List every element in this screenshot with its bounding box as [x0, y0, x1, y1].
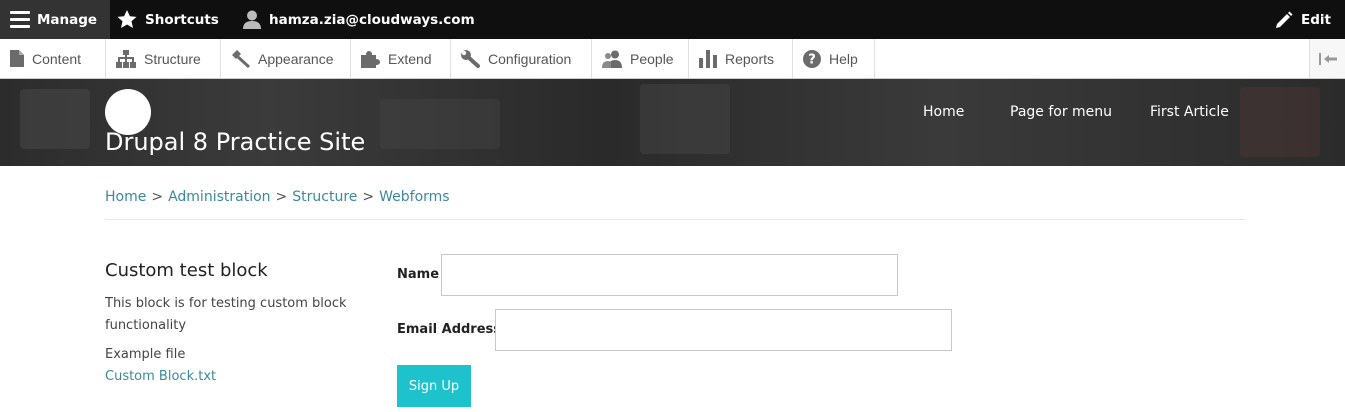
admin-tray: Content Structure Appearance Extend Conf…: [0, 39, 1345, 79]
user-label: hamza.zia@cloudways.com: [269, 11, 475, 28]
star-icon: [117, 10, 137, 28]
breadcrumb-link-webforms[interactable]: Webforms: [379, 189, 449, 205]
admin-toolbar: Manage Shortcuts hamza.zia@cloudways.com…: [0, 0, 1345, 39]
help-icon: ?: [803, 49, 821, 68]
collapse-tray-icon: [1318, 52, 1337, 65]
tray-item-label: Appearance: [258, 50, 334, 67]
tray-item-appearance[interactable]: Appearance: [221, 39, 351, 78]
svg-text:?: ?: [808, 52, 816, 67]
nav-link-page-for-menu[interactable]: Page for menu: [1010, 104, 1112, 120]
tray-item-structure[interactable]: Structure: [106, 39, 221, 78]
manage-label: Manage: [37, 11, 98, 28]
file-icon: [10, 50, 24, 67]
tray-item-label: Structure: [144, 50, 201, 67]
sitemap-icon: [116, 49, 136, 68]
manage-tab[interactable]: Manage: [0, 0, 110, 39]
user-icon: [243, 10, 261, 29]
breadcrumb-link-structure[interactable]: Structure: [292, 189, 357, 205]
tray-item-label: Configuration: [488, 50, 572, 67]
breadcrumb-separator: >: [151, 189, 164, 205]
pencil-icon: [1276, 11, 1293, 28]
content-divider: [105, 219, 1245, 220]
shortcuts-tab[interactable]: Shortcuts: [117, 0, 219, 39]
block-file-link[interactable]: Custom Block.txt: [105, 369, 216, 384]
breadcrumb-separator: >: [362, 189, 375, 205]
people-icon: [602, 50, 622, 68]
header-background-detail: [20, 89, 90, 149]
breadcrumb-link-home[interactable]: Home: [105, 189, 146, 205]
sign-up-button[interactable]: Sign Up: [397, 365, 471, 407]
paintbrush-icon: [232, 49, 250, 68]
site-name[interactable]: Drupal 8 Practice Site: [105, 128, 365, 156]
edit-label: Edit: [1301, 11, 1331, 28]
name-field[interactable]: [441, 254, 898, 296]
breadcrumb-link-administration[interactable]: Administration: [168, 189, 270, 205]
puzzle-icon: [361, 50, 380, 68]
name-field-label: Name: [397, 267, 440, 282]
edit-button[interactable]: Edit: [1275, 0, 1331, 39]
tray-item-reports[interactable]: Reports: [689, 39, 793, 78]
tray-item-label: People: [630, 50, 674, 67]
tray-item-extend[interactable]: Extend: [351, 39, 451, 78]
tray-item-label: Reports: [725, 50, 775, 67]
tray-item-label: Content: [32, 50, 82, 67]
header-background-detail: [640, 84, 730, 154]
site-header: Drupal 8 Practice Site Home Page for men…: [0, 79, 1345, 166]
tray-toggle-button[interactable]: [1309, 39, 1345, 78]
email-field[interactable]: [495, 309, 952, 351]
nav-link-home[interactable]: Home: [923, 104, 964, 120]
block-description: This block is for testing custom block f…: [105, 296, 347, 333]
user-tab[interactable]: hamza.zia@cloudways.com: [243, 0, 475, 39]
nav-link-first-article[interactable]: First Article: [1150, 104, 1229, 120]
shortcuts-label: Shortcuts: [145, 11, 219, 28]
tray-item-label: Help: [829, 50, 858, 67]
header-background-detail: [1240, 87, 1320, 157]
breadcrumb-separator: >: [275, 189, 288, 205]
tray-item-people[interactable]: People: [592, 39, 689, 78]
tray-item-configuration[interactable]: Configuration: [451, 39, 592, 78]
hamburger-icon: [10, 11, 30, 28]
breadcrumb: Home > Administration > Structure > Webf…: [105, 189, 450, 205]
tray-item-label: Extend: [388, 50, 432, 67]
email-field-label: Email Address: [397, 322, 502, 337]
tray-item-content[interactable]: Content: [0, 39, 106, 78]
header-background-detail: [380, 99, 500, 149]
tray-item-help[interactable]: ? Help: [793, 39, 875, 78]
block-title: Custom test block: [105, 260, 268, 281]
bar-chart-icon: [699, 49, 717, 68]
wrench-icon: [461, 49, 480, 68]
block-file-label: Example file: [105, 347, 186, 362]
